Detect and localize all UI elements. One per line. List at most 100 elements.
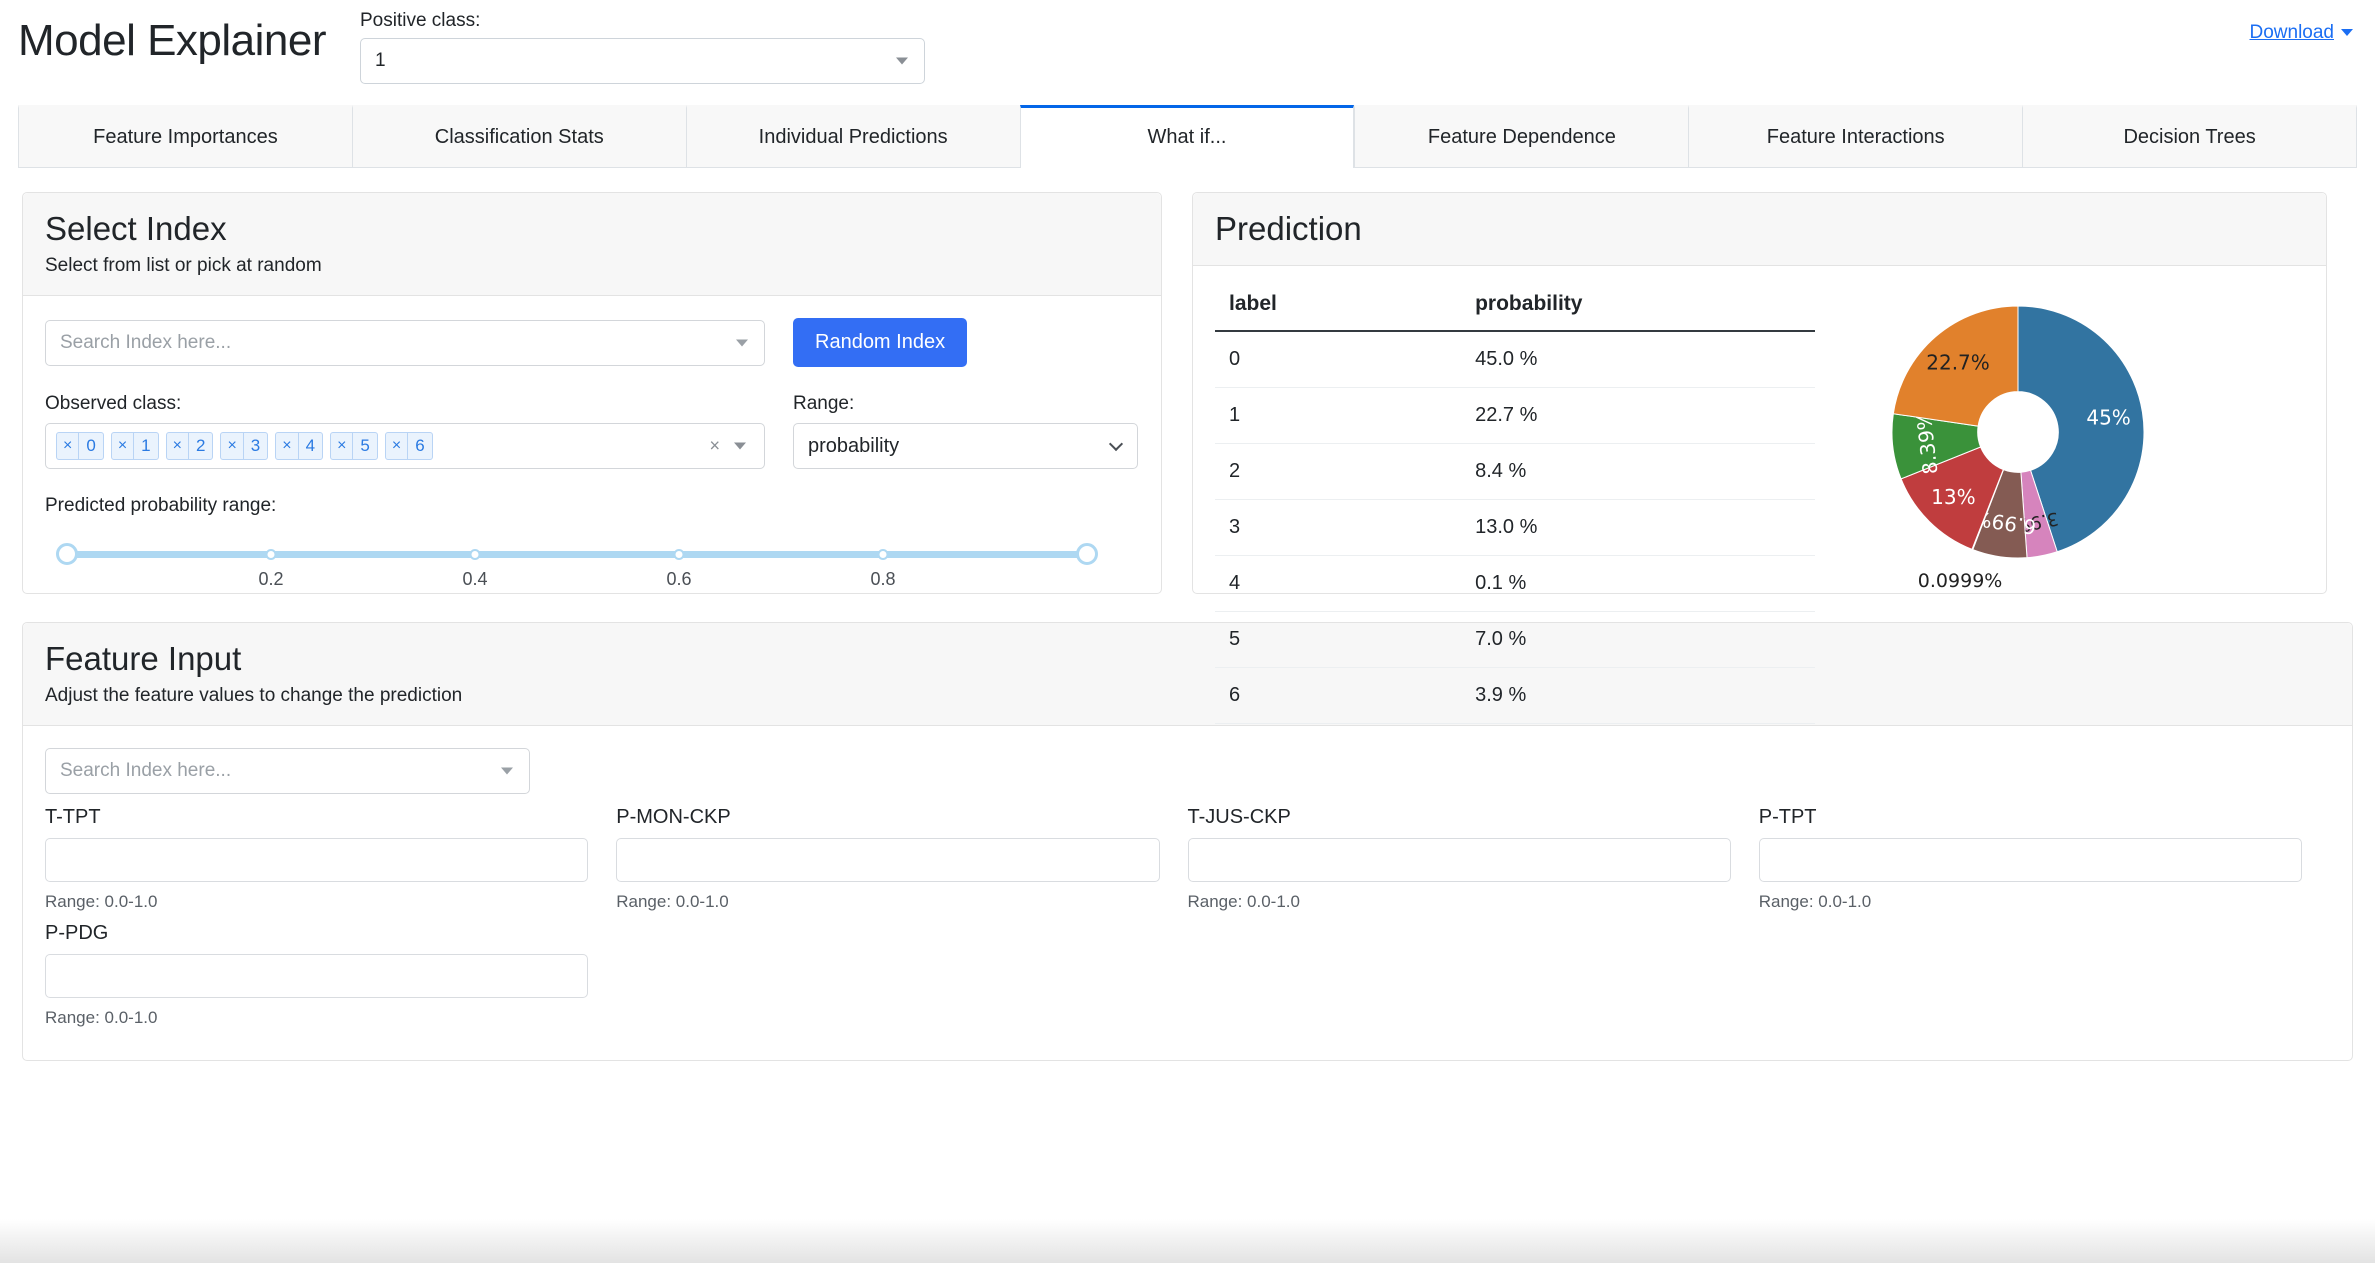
- tab-label: Feature Importances: [93, 126, 278, 148]
- chip-remove-icon[interactable]: ×: [386, 433, 409, 460]
- feature-label: T-TPT: [45, 806, 101, 829]
- tab-feature-interactions[interactable]: Feature Interactions: [1688, 105, 2023, 167]
- feature-input-p-tpt[interactable]: [1758, 838, 2302, 883]
- chip-2[interactable]: × 2: [165, 432, 214, 461]
- chip-remove-icon[interactable]: ×: [331, 433, 354, 460]
- feature-search-placeholder: Search Index here...: [60, 760, 232, 782]
- feature-input-p-mon-ckp[interactable]: [616, 838, 1160, 883]
- tab-classification-stats[interactable]: Classification Stats: [351, 105, 686, 167]
- chip-1[interactable]: × 1: [110, 432, 159, 461]
- chevron-down-icon[interactable]: [734, 442, 746, 450]
- chip-remove-icon[interactable]: ×: [221, 433, 244, 460]
- slider-mark-0.2: [265, 549, 277, 561]
- slider-tick-label: 0.6: [666, 569, 692, 590]
- random-index-button[interactable]: Random Index: [793, 318, 968, 368]
- feature-input-t-jus-ckp[interactable]: [1187, 838, 1731, 883]
- column-header-probability: probability: [1350, 280, 1815, 333]
- chip-0[interactable]: × 0: [56, 432, 104, 461]
- prediction-body: label probability 0 45.0 % 1 22.7 % 2 8.4 %…: [1193, 266, 2326, 734]
- chip-value: 0: [86, 436, 96, 456]
- tab-label: Classification Stats: [434, 126, 604, 148]
- feature-input-t-tpt[interactable]: [45, 838, 589, 883]
- table-row: 2 8.4 %: [1215, 443, 1815, 501]
- cell-label: 0: [1215, 331, 1351, 389]
- tab-decision-trees[interactable]: Decision Trees: [2022, 105, 2358, 167]
- select-index-title: Select Index: [45, 210, 227, 247]
- cell-label: 2: [1215, 443, 1351, 501]
- page-title: Model Explainer: [18, 16, 327, 65]
- chevron-down-icon: [2341, 29, 2353, 37]
- cell-probability: 0.1 %: [1350, 555, 1815, 613]
- download-link[interactable]: Download: [2249, 22, 2353, 44]
- range-select[interactable]: probability: [793, 423, 1138, 470]
- chip-remove-icon[interactable]: ×: [57, 433, 80, 460]
- tab-individual-predictions[interactable]: Individual Predictions: [685, 105, 1020, 167]
- chip-remove-icon[interactable]: ×: [276, 433, 299, 460]
- feature-field-p-mon-ckp: P-MON-CKP Range: 0.0-1.0: [616, 806, 1187, 912]
- feature-label: P-TPT: [1758, 806, 1817, 829]
- prediction-table: label probability 0 45.0 % 1 22.7 % 2 8.4 %…: [1215, 280, 1815, 725]
- positive-class-select[interactable]: 1: [360, 38, 925, 84]
- slider-tick-label: 0.4: [462, 569, 488, 590]
- feature-field-p-tpt: P-TPT Range: 0.0-1.0: [1758, 806, 2330, 912]
- chip-4[interactable]: × 4: [275, 432, 324, 461]
- table-header-row: label probability: [1215, 280, 1815, 333]
- feature-input-body: Search Index here... T-TPT Range: 0.0-1.…: [23, 726, 2352, 1060]
- feature-range-hint: Range: 0.0-1.0: [616, 892, 729, 912]
- table-row: 3 13.0 %: [1215, 499, 1815, 557]
- chip-6[interactable]: × 6: [384, 432, 433, 461]
- index-search-placeholder: Search Index here...: [60, 331, 232, 353]
- feature-field-t-tpt: T-TPT Range: 0.0-1.0: [45, 806, 616, 912]
- slider-handle-max[interactable]: [1076, 543, 1098, 566]
- chip-remove-icon[interactable]: ×: [167, 433, 189, 460]
- clear-all-icon[interactable]: ×: [709, 436, 720, 457]
- feature-field-p-pdg: P-PDG Range: 0.0-1.0: [45, 922, 616, 1028]
- chip-3[interactable]: × 3: [220, 432, 269, 461]
- positive-class-label: Positive class:: [360, 10, 481, 31]
- chip-remove-icon[interactable]: ×: [112, 433, 135, 460]
- app-root: Model Explainer Positive class: 1 Downlo…: [0, 0, 2375, 1263]
- feature-fields-grid: T-TPT Range: 0.0-1.0 P-MON-CKP Range: 0.…: [45, 806, 2330, 1038]
- feature-input-p-pdg[interactable]: [45, 954, 589, 999]
- chevron-down-icon: [736, 339, 748, 347]
- slider-handle-min[interactable]: [56, 543, 78, 566]
- chip-value: 2: [195, 436, 206, 456]
- cell-label: 1: [1215, 387, 1351, 445]
- tab-feature-importances[interactable]: Feature Importances: [18, 105, 352, 167]
- slider-track[interactable]: [67, 551, 1087, 559]
- observed-range-row: Observed class: × 0 × 1 × 2 × 3 × 4 × 5 × 6 ×: [45, 393, 1139, 470]
- feature-search-select[interactable]: Search Index here...: [45, 748, 530, 795]
- cell-label: 4: [1215, 555, 1351, 613]
- app-header: Model Explainer Positive class: 1 Downlo…: [0, 0, 2375, 105]
- feature-field-t-jus-ckp: T-JUS-CKP Range: 0.0-1.0: [1187, 806, 1759, 912]
- prediction-donut-chart: 45% 3.9% 6.99% 0.0999% 13% 8.39% 22.7%: [1843, 282, 2293, 612]
- chevron-down-icon: [501, 767, 513, 775]
- tab-what-if[interactable]: What if...: [1019, 105, 1355, 168]
- range-value: probability: [808, 434, 900, 457]
- observed-class-multiselect[interactable]: × 0 × 1 × 2 × 3 × 4 × 5 × 6 ×: [45, 423, 765, 470]
- tab-label: Individual Predictions: [758, 126, 948, 148]
- slider-tick-label: 0.8: [870, 569, 896, 590]
- table-row: 0 45.0 %: [1215, 331, 1815, 389]
- index-search-row: Search Index here... Random Index: [45, 318, 1139, 368]
- table-row: 4 0.1 %: [1215, 555, 1815, 613]
- table-row: 1 22.7 %: [1215, 387, 1815, 445]
- cell-probability: 8.4 %: [1350, 443, 1815, 501]
- column-header-label: label: [1215, 280, 1351, 333]
- feature-label: T-JUS-CKP: [1187, 806, 1291, 829]
- chip-value: 1: [141, 436, 151, 456]
- download-label: Download: [2249, 22, 2335, 43]
- cell-label: 3: [1215, 499, 1351, 557]
- chip-value: 3: [250, 436, 261, 456]
- positive-class-group: Positive class: 1: [360, 10, 925, 84]
- predicted-probability-slider[interactable]: 0.2 0.4 0.6 0.8: [56, 535, 1098, 589]
- chip-value: 6: [415, 436, 425, 456]
- select-index-header: Select Index Select from list or pick at…: [23, 193, 1161, 297]
- slider-label: Predicted probability range:: [45, 495, 277, 517]
- chip-value: 4: [305, 436, 316, 456]
- tab-feature-dependence[interactable]: Feature Dependence: [1354, 105, 1689, 167]
- chip-5[interactable]: × 5: [330, 432, 378, 461]
- main-tabs: Feature Importances Classification Stats…: [18, 105, 2358, 168]
- index-search-select[interactable]: Search Index here...: [45, 319, 765, 366]
- slider-mark-0.4: [469, 549, 481, 561]
